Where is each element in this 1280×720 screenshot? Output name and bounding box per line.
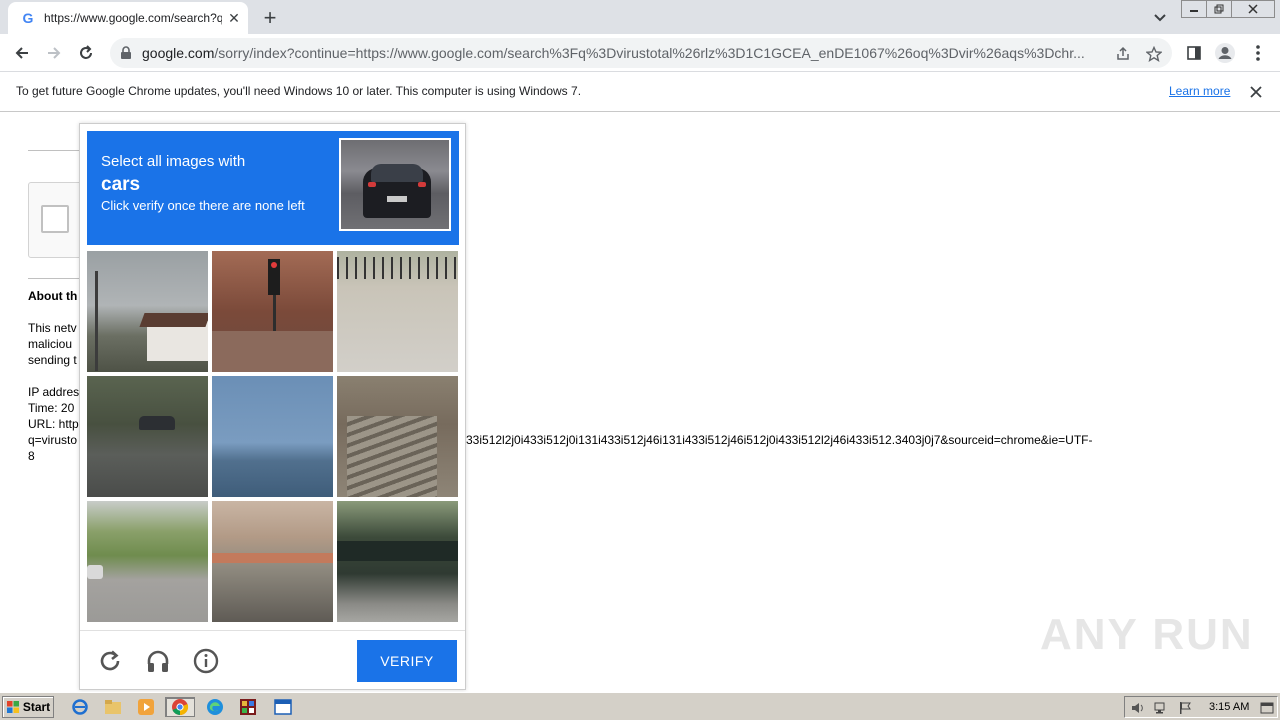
ip-address-line: IP addres	[28, 385, 80, 399]
browser-tab[interactable]: G https://www.google.com/search?q= ✕	[8, 2, 248, 34]
captcha-tile-5[interactable]	[212, 376, 333, 497]
curb-shape	[212, 553, 333, 563]
captcha-subinstruction: Click verify once there are none left	[101, 198, 305, 213]
chrome-taskbar-icon[interactable]	[165, 697, 195, 717]
internet-explorer-icon[interactable]	[68, 697, 92, 717]
minimize-icon[interactable]	[1181, 0, 1207, 18]
url-tail-text: 33i512l2j0i433i512j0i131i433i512j46i131i…	[466, 433, 1093, 447]
bookmark-star-icon[interactable]	[1145, 45, 1163, 63]
window-close-icon[interactable]	[1231, 0, 1275, 18]
paragraph-line: This netv	[28, 321, 77, 335]
verify-button[interactable]: VERIFY	[357, 640, 457, 682]
fence-shape	[337, 257, 458, 279]
divider	[28, 150, 80, 151]
clock-time: 3:15 AM	[1209, 701, 1250, 713]
captcha-footer: VERIFY	[80, 630, 465, 690]
windows-taskbar: Start 3:15 AM	[0, 692, 1280, 720]
google-favicon-icon: G	[22, 10, 34, 26]
recaptcha-checkbox[interactable]	[41, 205, 69, 233]
divider	[28, 278, 80, 279]
windows-flag-icon	[6, 701, 19, 713]
address-bar[interactable]: google.com/sorry/index?continue=https://…	[110, 38, 1172, 68]
captcha-image-grid	[87, 251, 459, 623]
captcha-tile-6[interactable]	[337, 376, 458, 497]
window-app-icon[interactable]	[271, 697, 295, 717]
edge-icon[interactable]	[203, 697, 227, 717]
share-icon[interactable]	[1114, 45, 1132, 63]
menu-kebab-icon[interactable]	[1246, 41, 1270, 65]
headphones-icon[interactable]	[142, 645, 174, 677]
captcha-target: cars	[101, 174, 141, 195]
reload-icon[interactable]	[74, 41, 98, 65]
roof-shape	[139, 313, 208, 327]
anyrun-watermark: ANY RUN	[1040, 610, 1254, 659]
chevron-down-icon[interactable]	[1150, 8, 1170, 28]
url-line: URL: http	[28, 417, 79, 431]
file-explorer-icon[interactable]	[101, 697, 125, 717]
network-icon[interactable]	[1153, 700, 1169, 716]
url-end-line: 8	[28, 449, 35, 463]
new-tab-icon[interactable]: +	[258, 5, 282, 30]
time-line: Time: 20	[28, 401, 75, 415]
start-button[interactable]: Start	[2, 696, 54, 718]
lock-icon[interactable]	[118, 45, 134, 61]
back-arrow-icon[interactable]	[10, 41, 34, 65]
captcha-tile-3[interactable]	[337, 251, 458, 372]
side-panel-icon[interactable]	[1182, 41, 1206, 65]
captcha-tile-9[interactable]	[337, 501, 458, 622]
profile-avatar-icon[interactable]	[1213, 41, 1237, 65]
volume-icon[interactable]	[1129, 700, 1145, 716]
car-plate	[387, 196, 407, 202]
paragraph-line: sending t	[28, 353, 77, 367]
tab-close-icon[interactable]: ✕	[226, 10, 242, 26]
car-shape	[87, 565, 103, 579]
url-path: /sorry/index?continue=https://www.google…	[214, 45, 1085, 61]
captcha-instruction: Select all images with	[101, 153, 246, 170]
stairs-shape	[347, 416, 437, 497]
captcha-tile-4[interactable]	[87, 376, 208, 497]
app-grid-icon[interactable]	[236, 697, 260, 717]
paragraph-line: maliciou	[28, 337, 73, 351]
info-icon[interactable]	[190, 645, 222, 677]
infobar-message: To get future Google Chrome updates, you…	[16, 84, 582, 98]
reload-challenge-icon[interactable]	[94, 645, 126, 677]
action-center-flag-icon[interactable]	[1177, 700, 1193, 716]
forward-arrow-icon[interactable]	[42, 41, 66, 65]
browser-toolbar: google.com/sorry/index?continue=https://…	[0, 34, 1280, 72]
about-heading: About th	[28, 289, 78, 303]
restore-icon[interactable]	[1206, 0, 1232, 18]
show-desktop-icon[interactable]	[1259, 700, 1275, 716]
learn-more-link[interactable]: Learn more	[1169, 84, 1230, 98]
url-query-line: q=virusto	[28, 433, 78, 447]
captcha-header: Select all images with cars Click verify…	[87, 131, 459, 245]
car-shape	[139, 416, 175, 430]
wall-shape	[212, 331, 333, 372]
tab-title: https://www.google.com/search?q=	[44, 11, 222, 25]
tab-strip: G https://www.google.com/search?q= ✕ +	[0, 0, 1280, 34]
media-player-icon[interactable]	[134, 697, 158, 717]
window-controls	[1181, 0, 1275, 18]
captcha-tile-7[interactable]	[87, 501, 208, 622]
captcha-tile-8[interactable]	[212, 501, 333, 622]
captcha-sample-image	[339, 138, 451, 231]
car-window-shape	[371, 164, 423, 182]
start-label: Start	[22, 700, 51, 714]
car-taillight	[418, 182, 426, 187]
car-taillight	[368, 182, 376, 187]
infobar-close-icon[interactable]	[1248, 84, 1264, 100]
captcha-tile-1[interactable]	[87, 251, 208, 372]
captcha-challenge: Select all images with cars Click verify…	[79, 123, 466, 690]
url-domain: google.com	[142, 45, 215, 61]
red-light	[271, 262, 277, 268]
captcha-tile-2[interactable]	[212, 251, 333, 372]
house-shape	[147, 321, 208, 361]
url-text: google.com/sorry/index?continue=https://…	[142, 45, 1104, 61]
screen: G https://www.google.com/search?q= ✕ + g…	[0, 0, 1280, 720]
canopy-shape	[337, 541, 458, 561]
update-infobar: To get future Google Chrome updates, you…	[0, 72, 1280, 112]
pole-shape	[95, 271, 98, 371]
system-tray: 3:15 AM	[1124, 696, 1278, 718]
